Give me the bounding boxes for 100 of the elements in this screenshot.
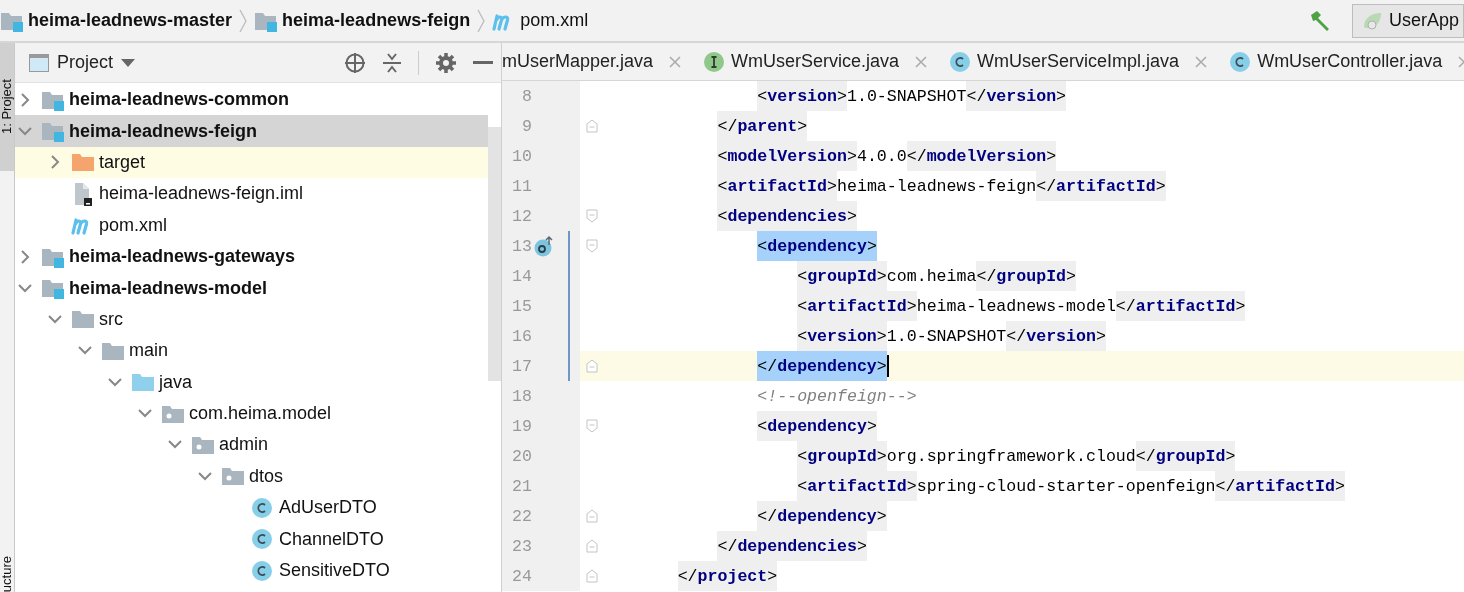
tree-item[interactable]: ChannelDTO xyxy=(15,523,488,555)
folder-icon xyxy=(71,309,95,330)
scrollbar[interactable] xyxy=(488,127,501,381)
line-number: 14 xyxy=(511,266,532,286)
chevron-down-icon[interactable] xyxy=(78,346,92,356)
tree-item[interactable]: AdUserDTO xyxy=(15,492,488,524)
tree-item[interactable]: dtos xyxy=(15,460,488,493)
breadcrumb-item[interactable]: heima-leadnews-feign xyxy=(254,9,471,32)
line-number: 10 xyxy=(511,146,532,166)
fold-marker-icon[interactable] xyxy=(586,419,598,433)
fold-marker-icon[interactable] xyxy=(586,239,598,253)
settings-icon[interactable] xyxy=(435,51,457,74)
tree-item[interactable]: heima-leadnews-model xyxy=(15,272,488,304)
tree-item-label: heima-leadnews-feign xyxy=(69,120,258,142)
breadcrumb-item[interactable]: heima-leadnews-master xyxy=(0,9,233,32)
chevron-down-icon[interactable] xyxy=(198,471,212,481)
fold-marker-icon[interactable] xyxy=(586,569,598,583)
tag-value: com.heima xyxy=(886,265,977,288)
package-icon xyxy=(161,403,185,424)
fold-marker-icon[interactable] xyxy=(586,509,598,523)
chevron-down-icon[interactable] xyxy=(18,126,32,136)
tree-item[interactable]: heima-leadnews-feign xyxy=(15,115,488,147)
tag-value: 4.0.0 xyxy=(856,145,907,168)
close-icon[interactable] xyxy=(669,55,682,68)
chevron-down-icon[interactable] xyxy=(108,377,122,387)
tree-item[interactable]: pom.xml xyxy=(15,209,488,241)
tool-window-tab[interactable]: ucture xyxy=(0,555,14,592)
locate-icon[interactable] xyxy=(344,51,366,74)
fold-marker-icon[interactable] xyxy=(586,539,598,553)
tree-item-label: ChannelDTO xyxy=(279,528,384,550)
editor-tab[interactable]: WmUserController.java xyxy=(1217,43,1464,80)
tree-item[interactable]: target xyxy=(15,146,488,179)
breadcrumb-item[interactable]: pom.xml xyxy=(492,10,589,31)
chevron-right-icon xyxy=(476,7,487,34)
change-marker[interactable] xyxy=(568,351,570,381)
tree-item-label: admin xyxy=(219,434,269,456)
interface-icon xyxy=(703,50,726,73)
close-icon[interactable] xyxy=(915,55,928,68)
line-number: 22 xyxy=(511,506,532,526)
line-number: 12 xyxy=(511,206,532,226)
line-number: 18 xyxy=(511,386,532,406)
editor-tab[interactable]: WmUserService.java xyxy=(691,43,938,80)
change-marker[interactable] xyxy=(568,261,570,291)
editor-tab[interactable]: WmUserServiceImpl.java xyxy=(937,43,1218,80)
editor-tab[interactable]: mUserMapper.java xyxy=(502,43,692,80)
tool-window-tab[interactable]: 1: Project xyxy=(0,43,14,171)
window-icon xyxy=(29,53,49,72)
tree-item[interactable]: heima-leadnews-feign.iml xyxy=(15,178,488,210)
line-number: 15 xyxy=(511,296,532,316)
tree-item[interactable]: heima-leadnews-gateways xyxy=(15,240,488,273)
tree-item[interactable]: java xyxy=(15,366,488,398)
xml-tag: </version> xyxy=(966,81,1067,111)
collapse-all-icon[interactable] xyxy=(382,51,402,74)
chevron-down-icon[interactable] xyxy=(48,314,62,324)
chevron-right-icon[interactable] xyxy=(50,155,60,170)
chevron-down-icon[interactable] xyxy=(138,409,152,419)
chevron-right-icon xyxy=(238,7,249,34)
tree-item[interactable]: SensitiveDTO xyxy=(15,554,488,587)
change-marker[interactable] xyxy=(568,291,570,321)
xml-tag: </artifactId> xyxy=(1115,291,1246,321)
tree-item-label: heima-leadnews-gateways xyxy=(69,246,296,268)
line-number: 19 xyxy=(511,416,532,436)
project-view-selector[interactable]: Project xyxy=(29,52,136,73)
class-icon xyxy=(251,496,273,519)
module-folder-icon xyxy=(41,277,65,300)
xml-tag: <artifactId> xyxy=(797,471,917,501)
line-number: 21 xyxy=(511,476,532,496)
chevron-right-icon[interactable] xyxy=(20,249,30,264)
tree-item[interactable]: com.heima.model xyxy=(15,397,488,430)
tree-item[interactable]: main xyxy=(15,335,488,367)
fold-marker-icon[interactable] xyxy=(586,209,598,223)
xml-tag: </groupId> xyxy=(1135,441,1236,471)
change-marker[interactable] xyxy=(568,231,570,261)
close-icon[interactable] xyxy=(1195,55,1208,68)
xml-tag: </groupId> xyxy=(976,261,1077,291)
line-number: 13 xyxy=(511,236,532,256)
run-configuration-selector[interactable]: UserApp xyxy=(1351,3,1464,38)
tree-item[interactable]: src xyxy=(15,303,488,336)
class-icon xyxy=(949,50,972,73)
fold-marker-icon[interactable] xyxy=(586,119,598,133)
tree-item[interactable]: admin xyxy=(15,429,488,461)
xml-tag: </dependencies> xyxy=(717,531,867,561)
line-number: 20 xyxy=(511,446,532,466)
tree-item-label: com.heima.model xyxy=(189,403,332,425)
tree-item[interactable]: heima-leadnews-common xyxy=(15,84,488,116)
tag-value: 1.0-SNAPSHOT xyxy=(886,325,1007,348)
change-marker[interactable] xyxy=(568,321,570,351)
tree-item-label: heima-leadnews-feign.iml xyxy=(99,183,304,205)
line-number: 11 xyxy=(511,176,532,196)
xml-tag: <dependencies> xyxy=(717,201,857,231)
xml-tag: </artifactId> xyxy=(1036,171,1166,201)
xml-tag: </parent> xyxy=(717,111,808,141)
fold-marker-icon[interactable] xyxy=(586,359,598,373)
chevron-down-icon[interactable] xyxy=(18,283,32,293)
chevron-right-icon[interactable] xyxy=(20,92,30,107)
minimize-icon[interactable] xyxy=(473,60,493,65)
xml-tag: <artifactId> xyxy=(717,171,837,201)
class-icon xyxy=(251,528,273,551)
xml-tag: <version> xyxy=(797,321,887,351)
chevron-down-icon[interactable] xyxy=(168,440,182,450)
